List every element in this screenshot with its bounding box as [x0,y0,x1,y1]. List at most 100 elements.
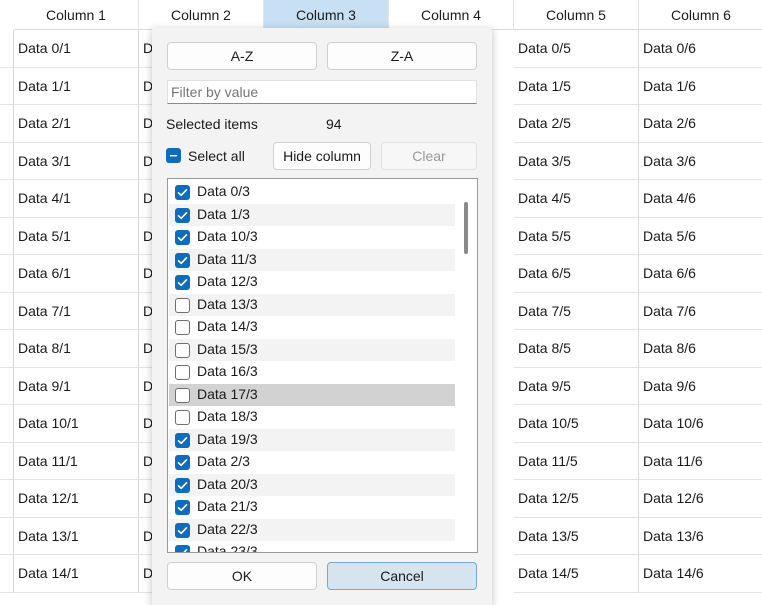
row-header[interactable] [0,67,14,105]
table-cell[interactable]: Data 9/5 [514,367,639,405]
checkbox-unchecked-icon[interactable] [175,342,190,358]
table-cell[interactable]: Data 7/1 [14,292,139,330]
table-cell[interactable]: Data 10/6 [639,405,762,443]
table-cell[interactable]: Data 14/6 [639,555,762,593]
select-all-checkbox[interactable]: Select all [166,147,266,167]
row-header[interactable] [0,30,14,68]
checkbox-checked-icon[interactable] [175,230,190,245]
column-header-2[interactable]: Column 2 [139,0,264,30]
table-cell[interactable]: Data 8/1 [14,330,139,368]
row-header[interactable] [0,142,14,180]
table-cell[interactable]: Data 5/1 [14,217,139,255]
list-item[interactable]: Data 17/3 [169,383,455,406]
table-cell[interactable]: Data 5/6 [639,218,762,255]
table-cell[interactable]: Data 9/1 [14,367,139,405]
table-cell[interactable]: Data 14/1 [14,555,139,593]
list-item[interactable]: Data 1/3 [169,203,455,226]
table-cell[interactable]: Data 5/5 [514,217,639,255]
list-item[interactable]: Data 15/3 [169,338,455,361]
hide-column-button[interactable]: Hide column [273,142,371,170]
cancel-button[interactable]: Cancel [327,562,477,590]
checkbox-unchecked-icon[interactable] [175,365,190,380]
table-cell[interactable]: Data 0/5 [514,30,639,68]
checkbox-checked-icon[interactable] [175,252,190,268]
table-cell[interactable]: Data 8/5 [514,330,639,368]
scrollbar-thumb[interactable] [464,202,468,254]
column-header-4[interactable]: Column 4 [389,0,514,30]
ok-button[interactable]: OK [167,562,317,590]
table-cell[interactable]: Data 1/5 [514,67,639,105]
table-cell[interactable]: Data 1/6 [639,68,762,105]
sort-descending-button[interactable]: Z-A [327,42,477,70]
list-item[interactable]: Data 12/3 [169,271,455,294]
list-item[interactable]: Data 2/3 [169,451,455,474]
checkbox-unchecked-icon[interactable] [175,297,190,313]
column-header-1[interactable]: Column 1 [14,0,139,30]
list-item[interactable]: Data 14/3 [169,316,455,339]
table-cell[interactable]: Data 11/6 [639,443,762,480]
clear-button[interactable]: Clear [381,142,477,170]
table-cell[interactable]: Data 10/1 [14,405,139,443]
sort-ascending-button[interactable]: A-Z [167,42,317,70]
table-cell[interactable]: Data 3/6 [639,143,762,180]
table-cell[interactable]: Data 13/1 [14,517,139,555]
column-header-6[interactable]: Column 6 [639,0,762,30]
row-header[interactable] [0,330,14,368]
table-cell[interactable]: Data 2/5 [514,105,639,143]
list-item[interactable]: Data 22/3 [169,518,455,541]
table-cell[interactable]: Data 2/1 [14,105,139,143]
filter-by-value-input[interactable] [167,80,477,104]
row-header[interactable] [0,367,14,405]
list-item[interactable]: Data 13/3 [169,293,455,316]
table-cell[interactable]: Data 6/1 [14,255,139,293]
row-header[interactable] [0,105,14,143]
column-header-3[interactable]: Column 3 [264,0,389,30]
list-item[interactable]: Data 20/3 [169,473,455,496]
table-cell[interactable]: Data 8/6 [639,330,762,368]
checkbox-checked-icon[interactable] [175,275,190,290]
table-cell[interactable]: Data 6/6 [639,255,762,293]
row-header[interactable] [0,442,14,480]
table-cell[interactable]: Data 11/1 [14,442,139,480]
row-header[interactable] [0,217,14,255]
column-header-5[interactable]: Column 5 [514,0,639,30]
checkbox-checked-icon[interactable] [175,477,190,493]
row-header[interactable] [0,292,14,330]
table-cell[interactable]: Data 3/5 [514,142,639,180]
table-cell[interactable]: Data 13/6 [639,518,762,555]
table-cell[interactable]: Data 2/6 [639,105,762,143]
checkbox-checked-icon[interactable] [175,432,190,448]
checkbox-checked-icon[interactable] [175,185,190,200]
table-cell[interactable]: Data 3/1 [14,142,139,180]
table-cell[interactable]: Data 7/5 [514,292,639,330]
table-cell[interactable]: Data 4/5 [514,180,639,218]
table-cell[interactable]: Data 10/5 [514,405,639,443]
table-cell[interactable]: Data 9/6 [639,368,762,405]
table-cell[interactable]: Data 6/5 [514,255,639,293]
table-cell[interactable]: Data 11/5 [514,442,639,480]
checkbox-checked-icon[interactable] [175,500,190,515]
checkbox-unchecked-icon[interactable] [175,320,190,335]
table-cell[interactable]: Data 0/6 [639,30,762,68]
table-cell[interactable]: Data 12/6 [639,480,762,518]
row-header[interactable] [0,555,14,593]
table-cell[interactable]: Data 7/6 [639,293,762,330]
value-list[interactable]: Data 0/3 Data 1/3 Data 10/3 Data 11/3 Data 1… [167,178,478,553]
row-header[interactable] [0,517,14,555]
list-item[interactable]: Data 10/3 [169,226,455,249]
table-cell[interactable]: Data 1/1 [14,67,139,105]
list-item[interactable]: Data 23/3 [169,541,455,552]
list-item[interactable]: Data 16/3 [169,361,455,384]
row-header[interactable] [0,180,14,218]
list-item[interactable]: Data 0/3 [169,181,455,204]
row-header[interactable] [0,480,14,518]
list-item[interactable]: Data 21/3 [169,496,455,519]
checkbox-checked-icon[interactable] [175,207,190,223]
checkbox-checked-icon[interactable] [175,522,190,538]
list-item[interactable]: Data 19/3 [169,428,455,451]
table-cell[interactable]: Data 13/5 [514,517,639,555]
checkbox-checked-icon[interactable] [175,545,190,552]
list-item[interactable]: Data 11/3 [169,248,455,271]
row-header[interactable] [0,255,14,293]
table-cell[interactable]: Data 14/5 [514,555,639,593]
